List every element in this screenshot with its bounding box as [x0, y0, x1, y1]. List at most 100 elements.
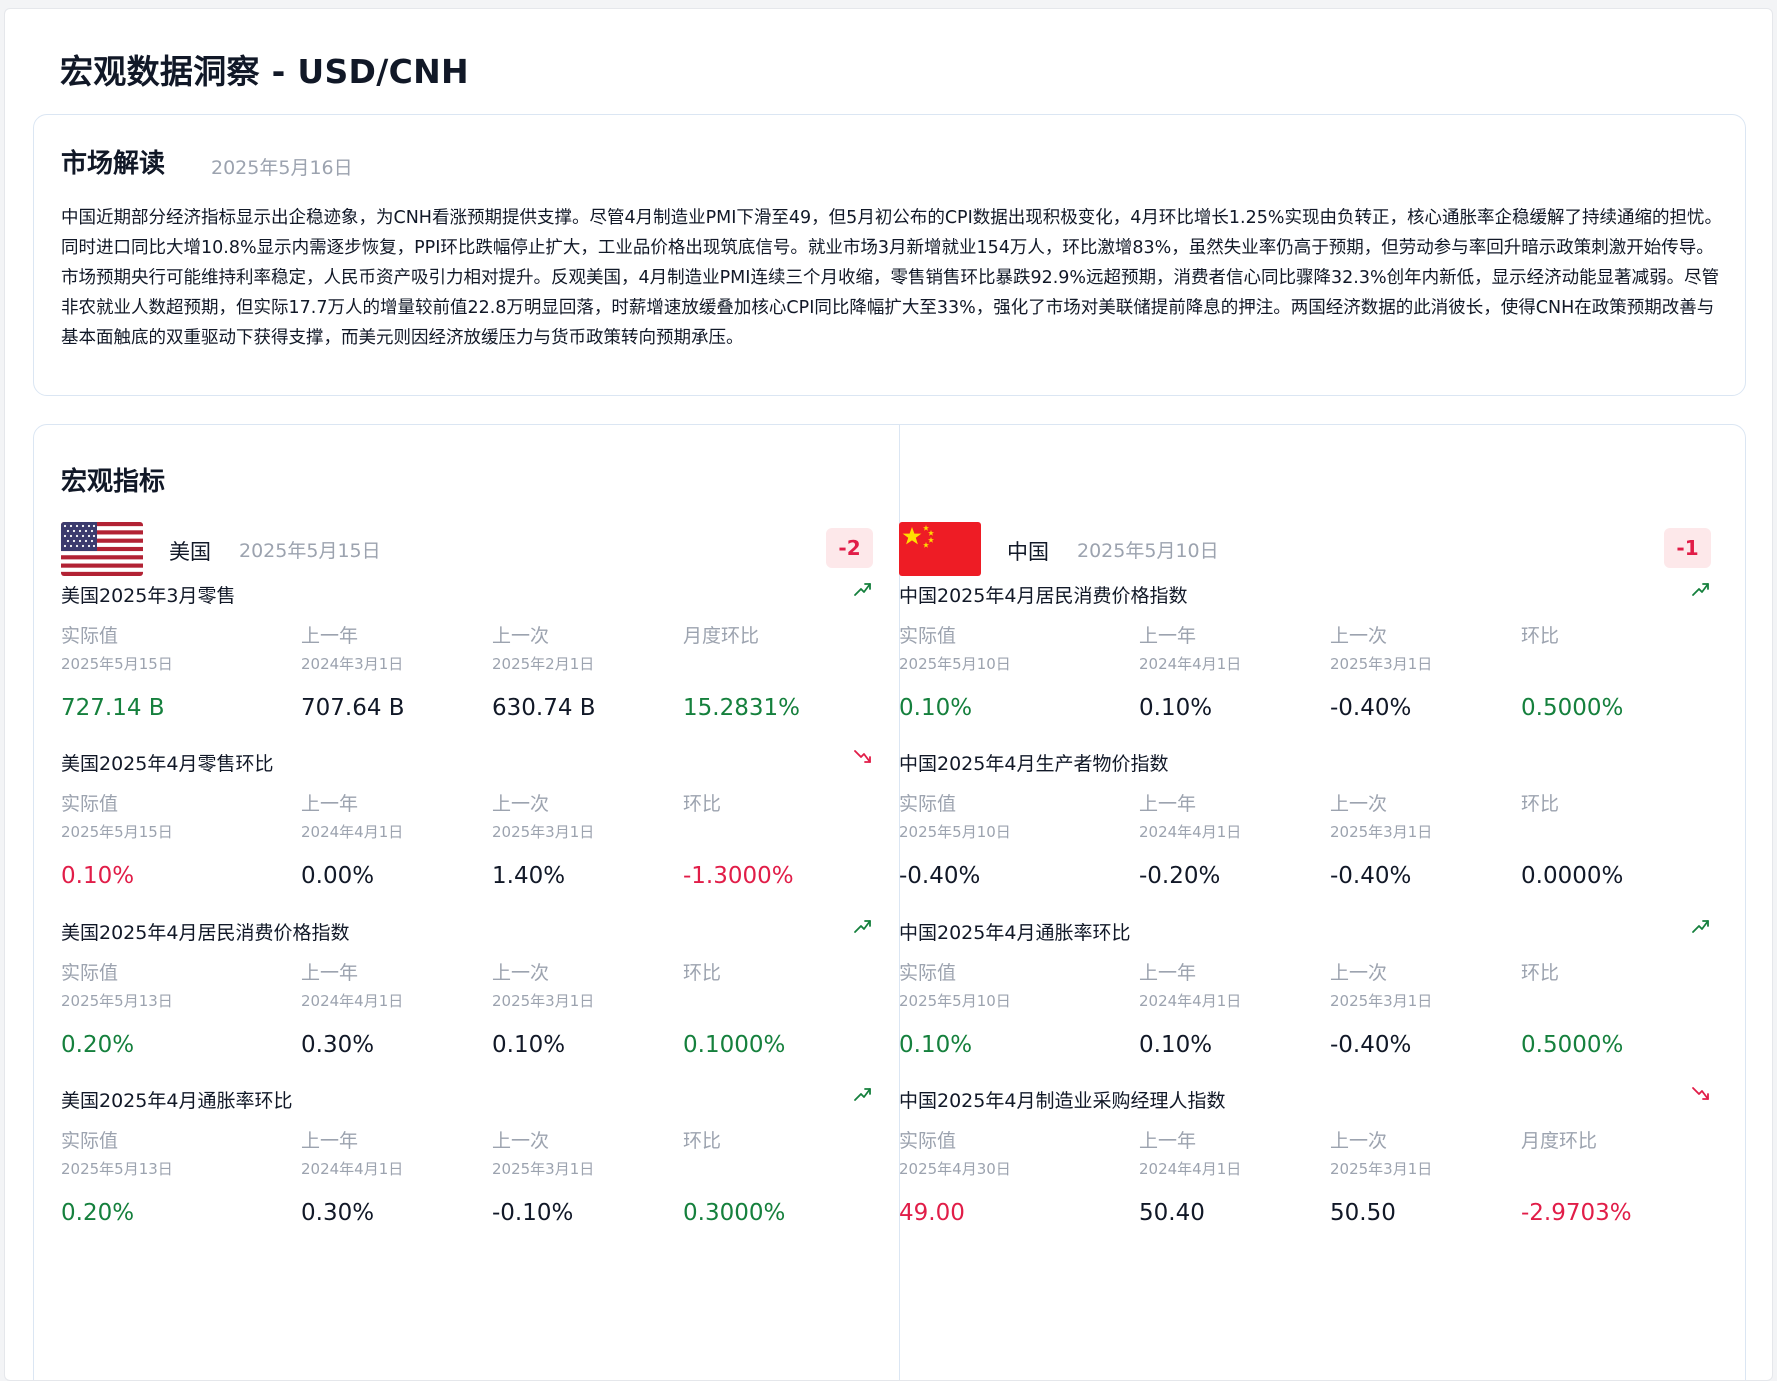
metric-previous-year: 上一年 2024年4月1日 0.00% — [301, 789, 491, 889]
metric-date: 2025年3月1日 — [492, 992, 595, 1010]
metric-change: 月度环比 15.2831% — [683, 621, 873, 721]
metric-previous: 上一次 2025年3月1日 50.50 — [1330, 1126, 1520, 1226]
metric-actual: 实际值 2025年5月15日 0.10% — [61, 789, 251, 889]
metric-value: 0.1000% — [683, 1032, 786, 1058]
trend-up-icon — [853, 1084, 873, 1104]
metric-label: 上一年 — [1139, 1130, 1197, 1152]
metric-label: 环比 — [1521, 793, 1560, 815]
indicator-name: 中国2025年4月制造业采购经理人指数 — [899, 1090, 1226, 1112]
metric-label: 上一次 — [1330, 962, 1388, 984]
indicator-name: 美国2025年3月零售 — [61, 585, 236, 607]
metric-label: 实际值 — [61, 793, 119, 815]
metric-value: -1.3000% — [683, 863, 794, 889]
trend-down-icon — [853, 747, 873, 767]
metric-label: 上一年 — [301, 962, 359, 984]
metric-date: 2025年5月10日 — [899, 823, 1011, 841]
metric-previous-year: 上一年 2024年4月1日 50.40 — [1139, 1126, 1329, 1226]
metric-change: 月度环比 -2.9703% — [1521, 1126, 1711, 1226]
metric-value: -0.40% — [1330, 1032, 1412, 1058]
metric-value: -0.40% — [1330, 863, 1412, 889]
metric-previous-year: 上一年 2024年3月1日 707.64 B — [301, 621, 491, 721]
metric-date: 2024年4月1日 — [301, 992, 404, 1010]
country-name-us: 美国 — [169, 540, 211, 564]
metric-value: 0.00% — [301, 863, 375, 889]
metric-label: 上一年 — [301, 793, 359, 815]
metric-date — [683, 1158, 873, 1198]
trend-up-icon — [1691, 579, 1711, 599]
metric-previous-year: 上一年 2024年4月1日 -0.20% — [1139, 789, 1329, 889]
metric-date — [1521, 653, 1711, 693]
metric-actual: 实际值 2025年5月13日 0.20% — [61, 1126, 251, 1226]
metric-actual: 实际值 2025年5月10日 0.10% — [899, 621, 1089, 721]
page-title: 宏观数据洞察 - USD/CNH — [60, 52, 469, 91]
metric-value: 0.5000% — [1521, 1032, 1624, 1058]
metric-previous: 上一次 2025年3月1日 1.40% — [492, 789, 682, 889]
metric-previous: 上一次 2025年2月1日 630.74 B — [492, 621, 682, 721]
metric-label: 实际值 — [61, 1130, 119, 1152]
metric-value: 0.20% — [61, 1200, 135, 1226]
trend-up-icon — [1691, 916, 1711, 936]
metric-change: 环比 -1.3000% — [683, 789, 873, 889]
metric-date: 2025年4月30日 — [899, 1160, 1011, 1178]
indicator-name: 美国2025年4月通胀率环比 — [61, 1090, 293, 1112]
indicator-name: 中国2025年4月居民消费价格指数 — [899, 585, 1188, 607]
metric-date: 2024年4月1日 — [301, 1160, 404, 1178]
metric-previous: 上一次 2025年3月1日 -0.10% — [492, 1126, 682, 1226]
metric-value: -0.10% — [492, 1200, 574, 1226]
metric-value: 0.10% — [492, 1032, 566, 1058]
metric-date: 2025年5月13日 — [61, 1160, 173, 1178]
metric-label: 上一年 — [1139, 793, 1197, 815]
market-commentary-text: 中国近期部分经济指标显示出企稳迹象，为CNH看涨预期提供支撑。尽管4月制造业PM… — [61, 208, 1722, 348]
metric-label: 上一年 — [1139, 962, 1197, 984]
metric-value: 0.30% — [301, 1200, 375, 1226]
score-badge-cn: -1 — [1664, 528, 1711, 568]
metric-change: 环比 0.5000% — [1521, 958, 1711, 1058]
metric-date — [683, 653, 873, 693]
indicator-name: 美国2025年4月零售环比 — [61, 753, 274, 775]
indicator-cn-2: 中国2025年4月生产者物价指数 实际值 2025年5月10日 -0.40% 上一年 20… — [899, 749, 1711, 929]
metric-label: 上一年 — [1139, 625, 1197, 647]
metric-value: -0.40% — [899, 863, 981, 889]
metric-date: 2025年3月1日 — [1330, 992, 1433, 1010]
metric-value: 727.14 B — [61, 695, 165, 721]
metric-date — [1521, 821, 1711, 861]
metric-value: -2.9703% — [1521, 1200, 1632, 1226]
metric-date: 2025年3月1日 — [492, 1160, 595, 1178]
metric-date — [1521, 990, 1711, 1030]
page: 宏观数据洞察 - USD/CNH 市场解读 2025年5月16日 中国近期部分经… — [4, 8, 1773, 1381]
metric-value: 0.10% — [899, 695, 973, 721]
metric-label: 上一年 — [301, 1130, 359, 1152]
metric-value: 0.0000% — [1521, 863, 1624, 889]
metric-value: 1.40% — [492, 863, 566, 889]
indicator-us-1: 美国2025年3月零售 实际值 2025年5月15日 727.14 B 上一年 2024年… — [61, 581, 873, 761]
metric-date: 2024年4月1日 — [301, 823, 404, 841]
metric-value: 0.30% — [301, 1032, 375, 1058]
indicator-us-3: 美国2025年4月居民消费价格指数 实际值 2025年5月13日 0.20% 上一年 20… — [61, 918, 873, 1098]
metric-date: 2025年3月1日 — [1330, 1160, 1433, 1178]
metric-date: 2025年3月1日 — [492, 823, 595, 841]
metric-label: 上一次 — [1330, 1130, 1388, 1152]
macro-indicators-card: 宏观指标 美国 2025年5月15日 -2 美国2025年3月零售 实际值 20… — [33, 424, 1746, 1380]
metric-previous: 上一次 2025年3月1日 -0.40% — [1330, 958, 1520, 1058]
market-commentary-date: 2025年5月16日 — [211, 157, 353, 179]
metric-value: 630.74 B — [492, 695, 596, 721]
metric-label: 实际值 — [899, 793, 957, 815]
metric-previous: 上一次 2025年3月1日 0.10% — [492, 958, 682, 1058]
metric-value: -0.20% — [1139, 863, 1221, 889]
metric-label: 上一次 — [492, 962, 550, 984]
metric-value: -0.40% — [1330, 695, 1412, 721]
metric-label: 上一年 — [301, 625, 359, 647]
metric-actual: 实际值 2025年5月10日 -0.40% — [899, 789, 1089, 889]
metric-label: 上一次 — [492, 793, 550, 815]
trend-up-icon — [853, 916, 873, 936]
trend-down-icon — [1691, 1084, 1711, 1104]
metric-label: 实际值 — [61, 962, 119, 984]
metric-date: 2025年5月15日 — [61, 655, 173, 673]
metric-value: 0.10% — [1139, 695, 1213, 721]
indicator-name: 中国2025年4月生产者物价指数 — [899, 753, 1169, 775]
country-column-us: 美国 2025年5月15日 -2 美国2025年3月零售 实际值 2025年5月15… — [34, 425, 873, 1380]
metric-date: 2024年4月1日 — [1139, 992, 1242, 1010]
country-column-cn: 中国 2025年5月10日 -1 中国2025年4月居民消费价格指数 实际值 202… — [899, 425, 1711, 1380]
metric-value: 15.2831% — [683, 695, 800, 721]
metric-label: 实际值 — [899, 1130, 957, 1152]
